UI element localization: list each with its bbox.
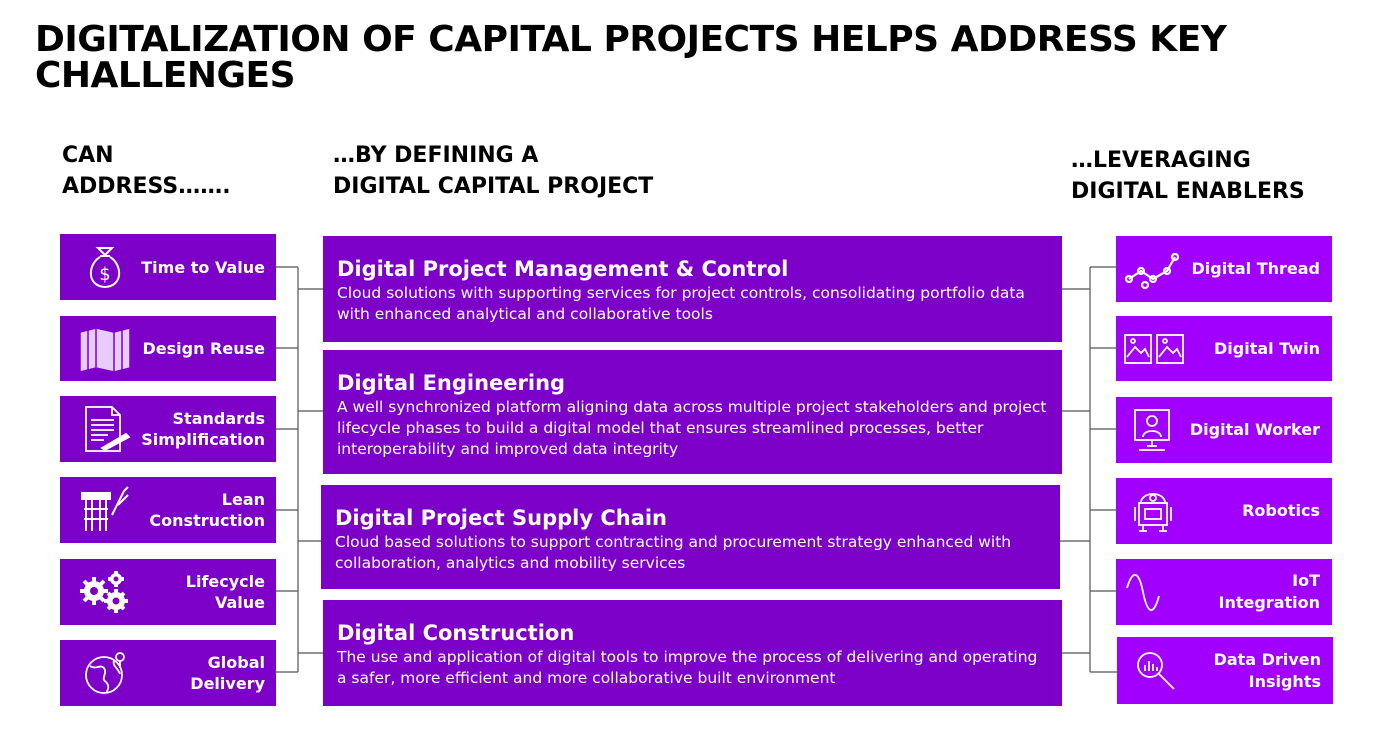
enabler-data-driven-insights: Data Driven Insights (1117, 637, 1333, 704)
pillar-description: Cloud based solutions to support contrac… (335, 533, 1012, 572)
map-icon (76, 322, 134, 376)
thread-nodes-icon (1122, 242, 1186, 296)
challenge-label: Lean Construction (149, 490, 265, 530)
challenge-label: Standards Simplification (141, 409, 265, 449)
enabler-label: Data Driven Insights (1213, 649, 1321, 691)
pillar-title: Digital Engineering (337, 371, 566, 395)
pillar-digital-construction: Digital Construction The use and applica… (323, 600, 1062, 706)
twin-images-icon (1122, 322, 1186, 376)
enabler-digital-worker: Digital Worker (1116, 397, 1332, 463)
pillar-title: Digital Project Supply Chain (335, 506, 668, 530)
challenge-standards-simplification: Standards Simplification (60, 396, 276, 462)
enabler-label: Digital Worker (1189, 420, 1320, 439)
money-bag-icon: $ (76, 240, 134, 294)
pillar-description: Cloud solutions with supporting services… (337, 284, 1025, 323)
wave-signal-icon (1122, 565, 1186, 619)
challenge-label: Lifecycle Value (185, 572, 265, 612)
pillar-title: Digital Construction (337, 621, 575, 645)
enabler-label: IoT Integration (1218, 571, 1321, 612)
svg-text:$: $ (99, 264, 110, 285)
challenge-label: Design Reuse (142, 339, 266, 358)
enabler-digital-twin: Digital Twin (1116, 316, 1332, 381)
challenge-label: Global Delivery (190, 653, 265, 693)
enabler-robotics: Robotics (1116, 478, 1332, 544)
challenge-time-to-value: $ Time to Value (60, 234, 276, 300)
globe-icon (76, 646, 134, 700)
robot-icon (1122, 484, 1186, 538)
challenge-label: Time to Value (141, 257, 265, 277)
enabler-label: Digital Thread (1191, 259, 1321, 278)
construction-icon (76, 483, 134, 537)
enabler-label: Robotics (1242, 501, 1320, 520)
challenge-lifecycle-value: Lifecycle Value (60, 559, 276, 625)
document-pen-icon (76, 402, 134, 456)
enabler-iot-integration: IoT Integration (1116, 559, 1332, 625)
enabler-label: Digital Twin (1213, 338, 1320, 358)
pillar-description: The use and application of digital tools… (337, 648, 1038, 687)
pillar-digital-project-supply-chain: Digital Project Supply Chain Cloud based… (321, 485, 1060, 589)
magnifier-chart-icon (1123, 644, 1187, 698)
challenge-global-delivery: Global Delivery (60, 640, 276, 706)
worker-monitor-icon (1122, 403, 1186, 457)
enabler-digital-thread: Digital Thread (1116, 236, 1332, 302)
challenge-design-reuse: Design Reuse (60, 316, 276, 381)
challenge-lean-construction: Lean Construction (60, 477, 276, 543)
pillar-digital-project-management: Digital Project Management & Control Clo… (323, 236, 1062, 342)
pillar-title: Digital Project Management & Control (337, 257, 789, 281)
pillar-description: A well synchronized platform aligning da… (337, 398, 1047, 458)
pillar-digital-engineering: Digital Engineering A well synchronized … (323, 350, 1062, 474)
gears-icon (76, 565, 134, 619)
